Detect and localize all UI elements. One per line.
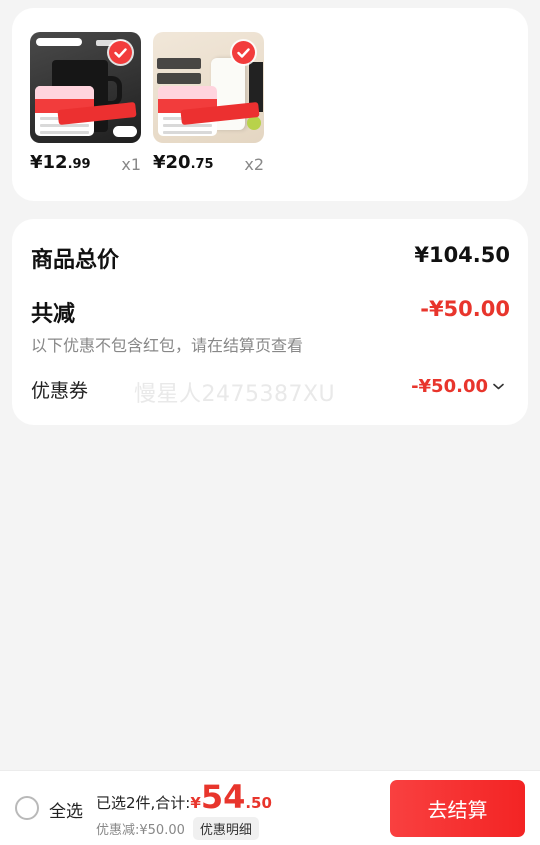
selected-summary-label: 已选2件,合计: [96,794,191,812]
cart-item[interactable]: ¥20.75 x2 [153,32,264,174]
item-price: ¥12.99 [30,152,91,173]
selected-check-icon[interactable] [232,41,255,64]
item-price: ¥20.75 [153,152,214,173]
selected-check-icon[interactable] [109,41,132,64]
coupon-selector[interactable]: -¥50.00 [411,376,504,397]
total-reduce-value: -¥50.00 [420,297,510,321]
selected-total: 已选2件,合计: ¥ 54 .50 [96,780,272,814]
cart-items-card: ¥12.99 x1 ¥20.75 x2 [12,8,528,201]
price-summary-card: 商品总价 ¥104.50 共减 -¥50.00 以下优惠不包含红包，请在结算页查… [12,219,528,425]
discount-amount: 优惠减:¥50.00 [96,823,185,838]
select-all-label[interactable]: 全选 [49,797,83,822]
discount-detail-button[interactable]: 优惠明细 [192,817,259,840]
total-integer: 54 [200,778,246,816]
checkout-button[interactable]: 去结算 [390,780,525,837]
watermark: 慢星人2475387XU [134,382,336,407]
total-price-value: ¥104.50 [414,243,510,267]
coupon-label: 优惠券 [31,380,89,402]
total-reduce-label: 共减 [31,302,76,327]
chevron-down-icon [493,383,504,390]
item-quantity: x2 [244,155,264,174]
total-price-label: 商品总价 [31,248,120,273]
discount-note: 以下优惠不包含红包，请在结算页查看 [31,336,304,355]
coupon-value: -¥50.00 [411,376,488,397]
product-image[interactable] [153,32,264,143]
select-all-radio[interactable] [15,796,39,820]
total-currency: ¥ [190,794,201,812]
checkout-bar: 全选 已选2件,合计: ¥ 54 .50 优惠减:¥50.00 优惠明细 去结算 [0,770,540,845]
product-image[interactable] [30,32,141,143]
total-decimal: .50 [245,794,272,812]
item-quantity: x1 [121,155,141,174]
cart-item[interactable]: ¥12.99 x1 [30,32,141,174]
